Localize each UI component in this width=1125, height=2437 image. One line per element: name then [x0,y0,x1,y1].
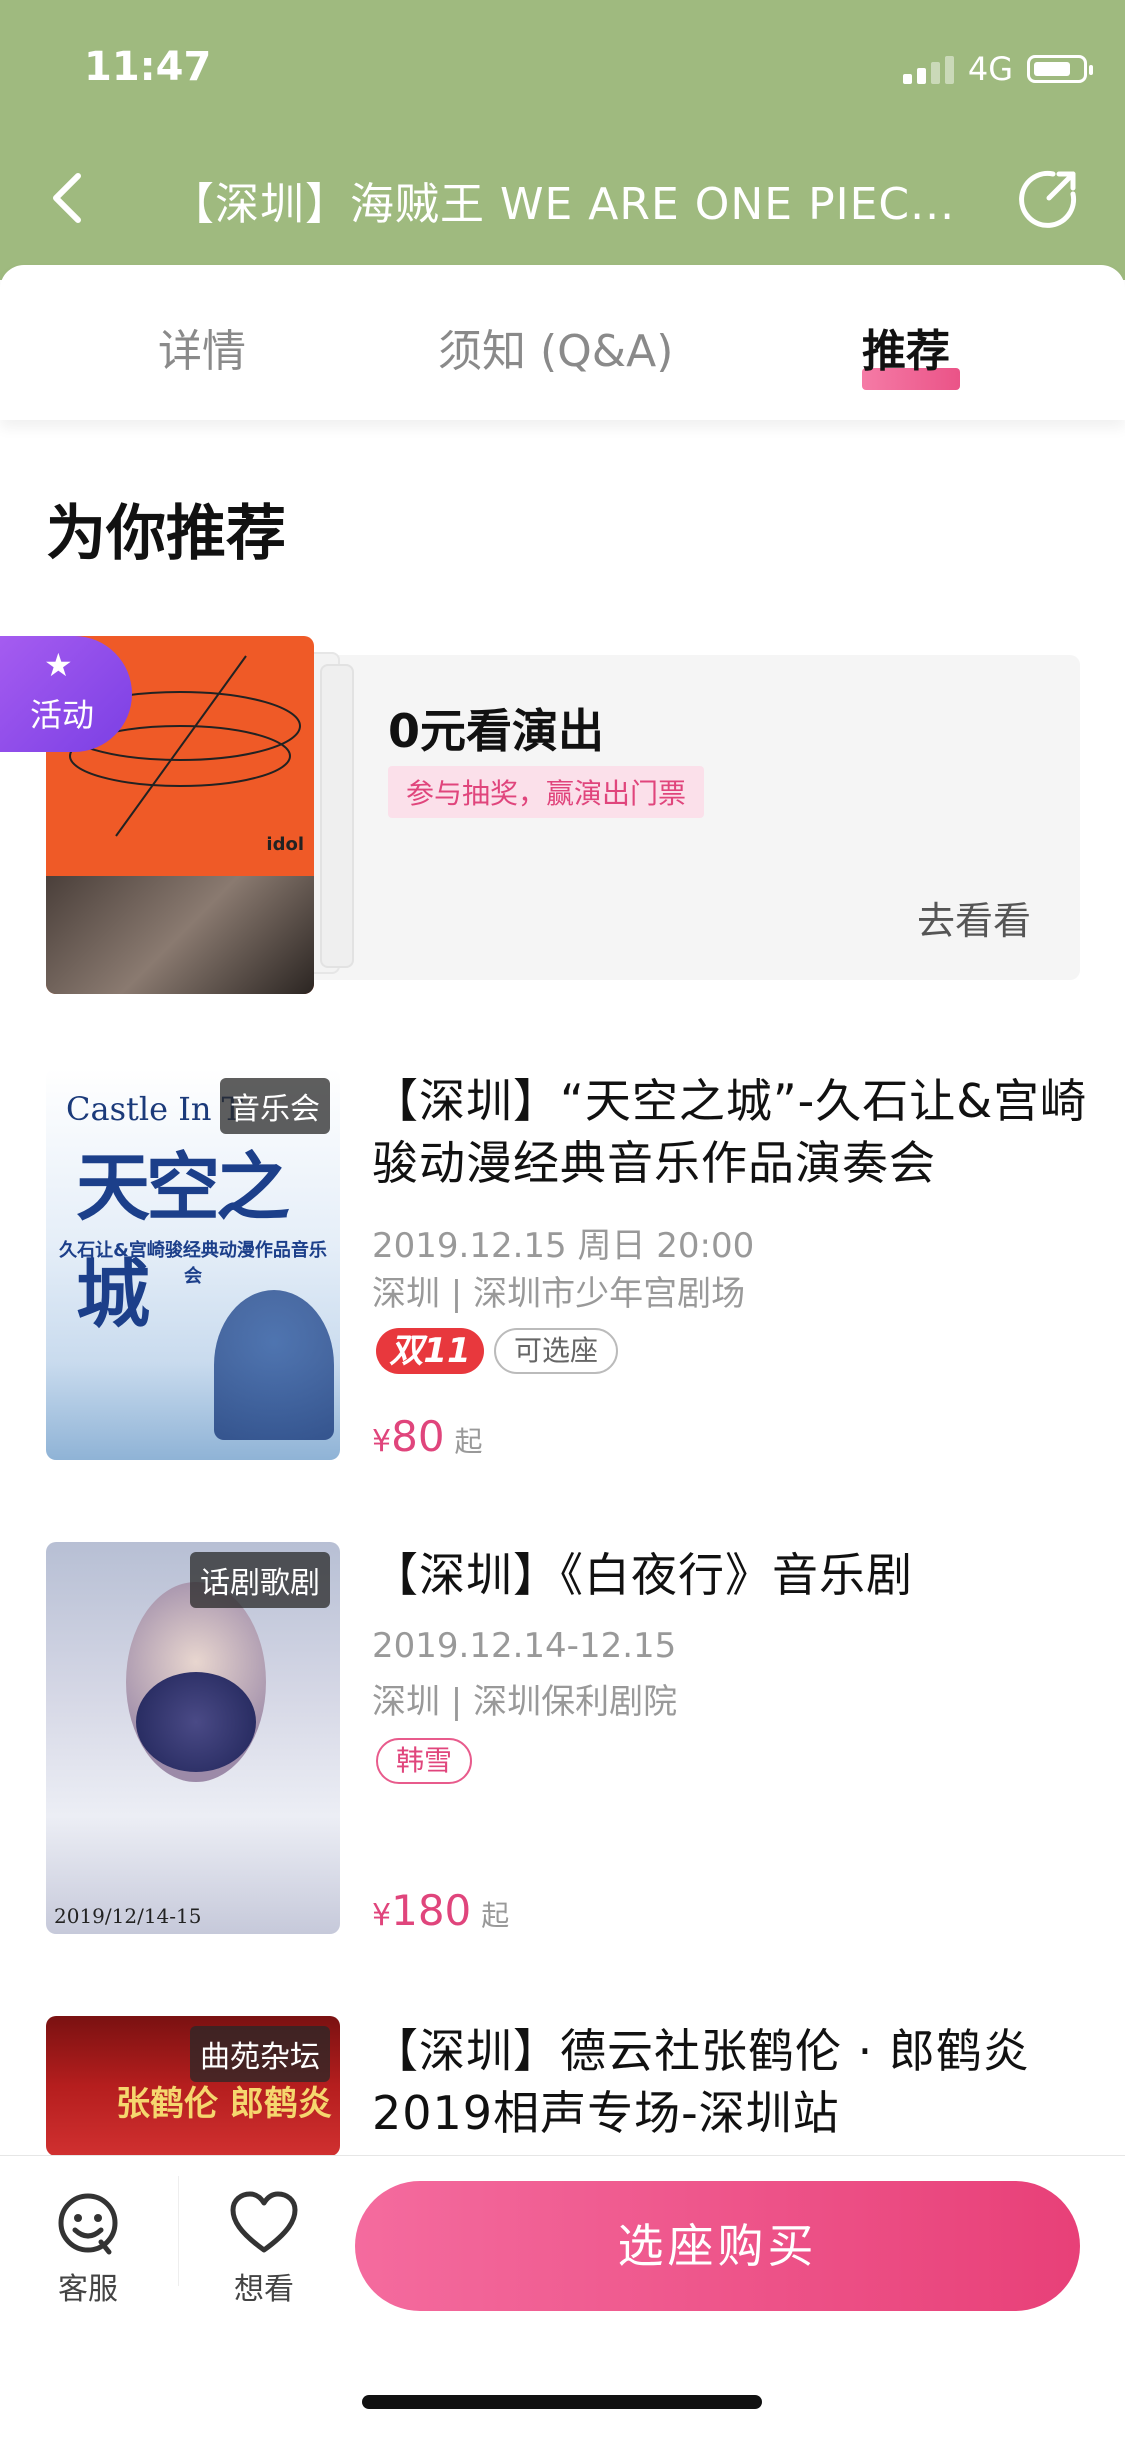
tab-recommend[interactable]: 推荐 [862,315,950,379]
seat-select-tag: 可选座 [494,1328,619,1374]
network-label: 4G [967,50,1013,88]
poster-photo [46,876,314,994]
show-poster[interactable]: 2019/12/14-15 话剧歌剧 [46,1542,340,1934]
show-venue: 深圳 | 深圳保利剧院 [372,1682,678,1722]
price-suffix: 起 [454,1425,483,1458]
show-date: 2019.12.14-12.15 [372,1626,677,1666]
price-value: 80 [391,1412,445,1461]
promo-go-link[interactable]: 去看看 [917,890,1031,945]
poster-text: idol [266,834,304,855]
price-value: 180 [391,1886,472,1935]
customer-service-icon [58,2193,118,2255]
poster-tree [214,1290,334,1440]
show-poster[interactable]: Castle In T 天空之城 久石让&宫崎骏经典动漫作品音乐会 音乐会 [46,1068,340,1460]
want-to-see-button[interactable]: 想看 [204,2190,324,2308]
show-title[interactable]: 【深圳】德云社张鹤伦 · 郎鹤炎2019相声专场-深圳站 [372,2020,1092,2144]
poster-text: 张鹤伦 郎鹤炎 [116,2084,332,2124]
show-title[interactable]: 【深圳】“天空之城”-久石让&宫崎骏动漫经典音乐作品演奏会 [372,1070,1092,1194]
category-badge: 话剧歌剧 [190,1552,330,1608]
signal-icon [902,54,954,84]
show-poster[interactable]: 张鹤伦 郎鹤炎 曲苑杂坛 [46,2016,340,2156]
poster-figure-detail [136,1672,256,1772]
show-price: ¥180 起 [372,1886,509,1935]
battery-icon [1027,55,1093,83]
top-header: 11:47 4G 【深圳】海贼王 WE ARE ONE PIEC... [0,0,1125,280]
tab-bar: 详情 须知 (Q&A) 推荐 [0,265,1125,420]
poster-stack-layer [320,664,354,968]
price-symbol: ¥ [372,1898,392,1933]
tab-recommend-label: 推荐 [862,326,950,377]
double11-badge: 双11 [376,1328,484,1374]
star-icon: ★ [44,646,73,684]
status-time: 11:47 [84,44,212,90]
artist-tag: 韩雪 [376,1738,473,1784]
show-venue: 深圳 | 深圳市少年宫剧场 [372,1274,746,1314]
activity-label: 活动 [30,696,95,734]
customer-service-button[interactable]: 客服 [28,2190,148,2308]
home-indicator [362,2395,762,2409]
price-suffix: 起 [481,1899,510,1932]
back-icon[interactable] [44,168,94,228]
tab-details[interactable]: 详情 [158,315,246,379]
show-date: 2019.12.15 周日 20:00 [372,1226,755,1266]
activity-badge: ★ 活动 [0,636,132,752]
price-symbol: ¥ [372,1424,392,1459]
poster-subtitle: 久石让&宫崎骏经典动漫作品音乐会 [59,1240,327,1287]
show-price: ¥80 起 [372,1412,483,1461]
poster-date: 2019/12/14-15 [54,1904,202,1928]
page-title: 【深圳】海贼王 WE ARE ONE PIEC... [170,179,956,230]
heart-icon [230,2191,298,2253]
tab-notice[interactable]: 须知 (Q&A) [438,315,673,379]
select-seat-buy-button[interactable]: 选座购买 [355,2181,1080,2311]
category-badge: 音乐会 [220,1078,330,1134]
section-title: 为你推荐 [46,499,286,569]
poster-title-en: Castle In T [66,1090,243,1128]
promo-tag: 参与抽奖，赢演出门票 [388,766,705,818]
divider [178,2176,179,2286]
status-indicators: 4G [902,50,1093,88]
customer-service-label: 客服 [58,2272,118,2307]
category-badge: 曲苑杂坛 [190,2026,330,2082]
share-icon[interactable] [1019,168,1079,228]
want-to-see-label: 想看 [234,2272,294,2307]
promo-title: 0元看演出 [388,704,605,758]
show-title[interactable]: 【深圳】《白夜行》音乐剧 [372,1544,1092,1606]
